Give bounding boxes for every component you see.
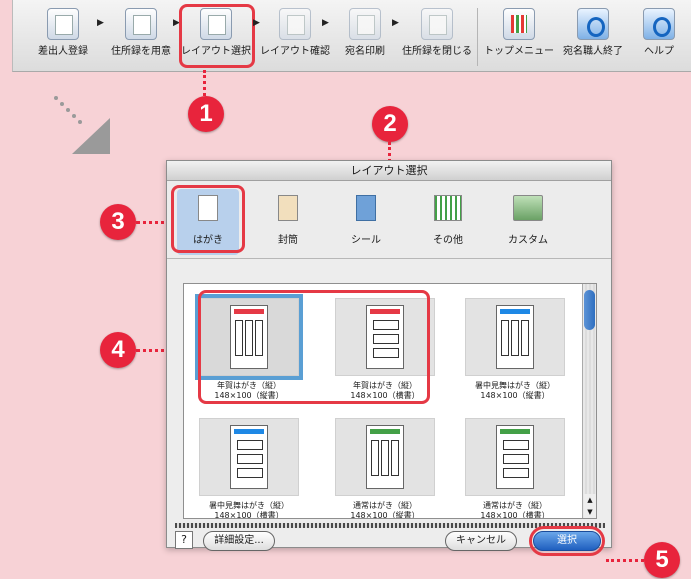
- top-menu-icon: [503, 8, 535, 40]
- callout-connector: [388, 142, 391, 162]
- callout-connector: [606, 559, 644, 562]
- toolbar-label: 差出人登録: [38, 46, 88, 57]
- postcard-preview-icon: [496, 425, 534, 489]
- layout-card[interactable]: 暑中見舞はがき（縦） 148×100（縦書）: [460, 298, 570, 418]
- callout-1-badge: 1: [188, 96, 224, 132]
- layout-card[interactable]: 通常はがき（縦） 148×100（縦書）: [330, 418, 440, 519]
- tab-label: その他: [433, 235, 463, 246]
- layout-size: 148×100（縦書）: [350, 511, 420, 519]
- envelope-icon: [278, 195, 298, 221]
- cancel-button[interactable]: キャンセル: [445, 531, 517, 551]
- select-button-highlight: [529, 526, 605, 556]
- toolbar-print-button[interactable]: 宛名印刷: [325, 6, 405, 68]
- toolbar-address-book-open-button[interactable]: 住所録を用意: [101, 6, 181, 68]
- address-book-close-icon: [421, 8, 453, 40]
- custom-icon: [513, 195, 543, 221]
- layout-select-highlight: [179, 4, 255, 68]
- layout-thumbnail: [465, 418, 565, 496]
- tab-label: カスタム: [508, 235, 548, 246]
- toolbar-address-book-close-button[interactable]: 住所録を閉じる: [397, 6, 477, 68]
- scroll-up-icon[interactable]: ▲: [584, 494, 596, 506]
- tab-sticker[interactable]: シール: [335, 189, 397, 255]
- layout-grid: 年賀はがき（縦） 148×100（縦書） 年賀はがき（縦） 148×100（横書…: [183, 283, 597, 519]
- power-icon: [577, 8, 609, 40]
- app-toolbar: 差出人登録 ▶ 住所録を用意 ▶ レイアウト選択 ▶ レイアウト確認 ▶ 宛名印…: [12, 0, 691, 72]
- dialog-button-bar: ? 詳細設定... キャンセル 選択: [167, 526, 611, 559]
- postcard-preview-icon: [496, 305, 534, 369]
- layout-size: 148×100（縦書）: [480, 391, 550, 400]
- nenga-layouts-highlight: [198, 290, 430, 404]
- address-book-open-icon: [125, 8, 157, 40]
- toolbar-layout-confirm-button[interactable]: レイアウト確認: [255, 6, 335, 68]
- sender-register-icon: [47, 8, 79, 40]
- toolbar-label: レイアウト確認: [260, 46, 330, 57]
- layout-category-tabs: はがき 封筒 シール その他 カスタム: [167, 181, 611, 259]
- scroll-thumb[interactable]: [584, 290, 595, 330]
- layout-grid-scrollbar[interactable]: ▲ ▼: [582, 284, 596, 518]
- layout-card[interactable]: 通常はがき（縦） 148×100（横書）: [460, 418, 570, 519]
- scroll-down-icon[interactable]: ▼: [584, 506, 596, 518]
- layout-thumbnail: [335, 418, 435, 496]
- other-icon: [434, 195, 462, 221]
- callout-3-badge: 3: [100, 204, 136, 240]
- layout-thumbnail: [465, 298, 565, 376]
- layout-thumbnail: [199, 418, 299, 496]
- tab-other[interactable]: その他: [417, 189, 479, 255]
- toolbar-label: 住所録を用意: [111, 46, 171, 57]
- toolbar-label: ヘルプ: [644, 46, 674, 57]
- toolbar-separator: [477, 8, 478, 66]
- printer-icon: [349, 8, 381, 40]
- tab-label: シール: [351, 235, 381, 246]
- layout-select-dialog: レイアウト選択 はがき 封筒 シール その他 カスタム 年賀はがき（縦） 148…: [166, 160, 612, 556]
- diagonal-arrow-icon: [54, 96, 110, 154]
- tab-envelope[interactable]: 封筒: [257, 189, 319, 255]
- callout-2-badge: 2: [372, 106, 408, 142]
- toolbar-label: トップメニュー: [484, 46, 554, 57]
- toolbar-sender-register-button[interactable]: 差出人登録: [23, 6, 103, 68]
- help-button[interactable]: ?: [175, 531, 193, 549]
- layout-name: 通常はがき（縦）: [353, 501, 417, 510]
- dialog-title: レイアウト選択: [167, 161, 611, 181]
- layout-name: 暑中見舞はがき（縦）: [209, 501, 289, 510]
- callout-connector: [203, 70, 206, 96]
- layout-size: 148×100（横書）: [480, 511, 550, 519]
- callout-4-badge: 4: [100, 332, 136, 368]
- help-icon: [643, 8, 675, 40]
- toolbar-label: 住所録を閉じる: [402, 46, 472, 57]
- tab-label: 封筒: [278, 235, 298, 246]
- postcard-preview-icon: [230, 425, 268, 489]
- details-settings-button[interactable]: 詳細設定...: [203, 531, 275, 551]
- layout-card[interactable]: 暑中見舞はがき（縦） 148×100（横書）: [194, 418, 304, 519]
- toolbar-label: 宛名印刷: [345, 46, 385, 57]
- callout-5-badge: 5: [644, 542, 680, 578]
- postcard-preview-icon: [366, 425, 404, 489]
- layout-confirm-icon: [279, 8, 311, 40]
- tab-custom[interactable]: カスタム: [497, 189, 559, 255]
- layout-name: 暑中見舞はがき（縦）: [475, 381, 555, 390]
- layout-name: 通常はがき（縦）: [483, 501, 547, 510]
- sticker-icon: [356, 195, 376, 221]
- toolbar-top-menu-button[interactable]: トップメニュー: [479, 6, 559, 68]
- postcard-tab-highlight: [171, 185, 245, 253]
- layout-size: 148×100（横書）: [214, 511, 284, 519]
- toolbar-help-button[interactable]: ヘルプ: [619, 6, 691, 68]
